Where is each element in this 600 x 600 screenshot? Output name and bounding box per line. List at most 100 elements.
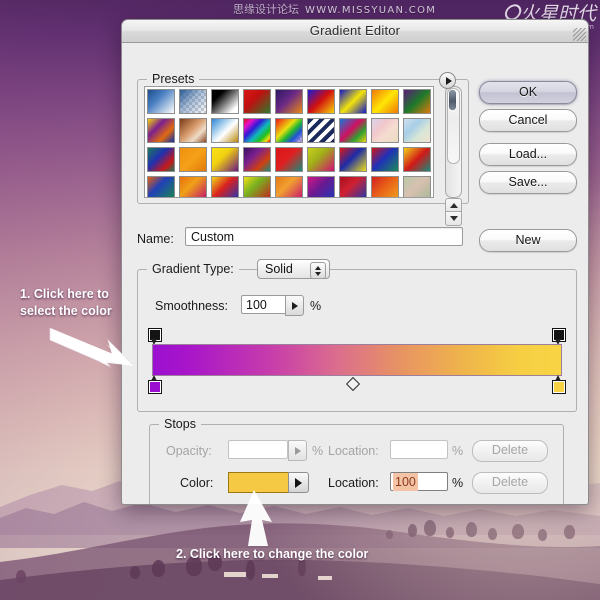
- color-stop-right[interactable]: [552, 375, 565, 393]
- preset-swatch[interactable]: [211, 89, 239, 114]
- gradient-type-label: Gradient Type:: [147, 262, 239, 276]
- preset-swatch[interactable]: [371, 147, 399, 172]
- preset-swatch[interactable]: [179, 118, 207, 143]
- save-button[interactable]: Save...: [479, 171, 577, 194]
- opacity-popup-button[interactable]: [288, 440, 307, 461]
- scrollbar-thumb-cap: [449, 90, 456, 110]
- smoothness-label: Smoothness:: [155, 299, 228, 313]
- color-stop-icon: [552, 380, 566, 394]
- preset-swatch[interactable]: [339, 147, 367, 172]
- preset-swatch[interactable]: [403, 147, 431, 172]
- preset-swatch[interactable]: [307, 118, 335, 143]
- preset-swatch[interactable]: [147, 176, 175, 198]
- preset-swatch[interactable]: [371, 118, 399, 143]
- resize-grip-icon[interactable]: [573, 28, 586, 41]
- opacity-input[interactable]: [228, 440, 288, 459]
- location1-input[interactable]: [390, 440, 448, 459]
- triangle-down-icon: [315, 272, 321, 276]
- color-dropdown-button[interactable]: [288, 472, 309, 493]
- preset-swatch[interactable]: [243, 176, 271, 198]
- color-stop-left[interactable]: [148, 375, 161, 393]
- watermark-left-url: WWW.MISSYUAN.COM: [305, 5, 436, 16]
- new-button[interactable]: New: [479, 229, 577, 252]
- location2-unit: %: [452, 476, 463, 490]
- name-input[interactable]: Custom: [185, 227, 463, 246]
- arrow-pointer-icon: [48, 326, 138, 368]
- delete-color-stop-button[interactable]: Delete: [472, 472, 548, 494]
- preset-swatch-fill: [308, 119, 334, 142]
- stops-group: Stops Opacity: % Location: % Delete Colo…: [149, 424, 564, 505]
- preset-swatch[interactable]: [403, 176, 431, 198]
- preset-swatch[interactable]: [275, 118, 303, 143]
- preset-swatch[interactable]: [371, 89, 399, 114]
- preset-swatch[interactable]: [147, 147, 175, 172]
- preset-swatch[interactable]: [339, 118, 367, 143]
- triangle-up-icon: [315, 266, 321, 270]
- presets-grid[interactable]: [144, 86, 434, 198]
- preset-swatch[interactable]: [211, 147, 239, 172]
- preset-swatch[interactable]: [339, 176, 367, 198]
- preset-swatch[interactable]: [211, 176, 239, 198]
- gradient-preview-area: [148, 328, 566, 400]
- delete-opacity-stop-button[interactable]: Delete: [472, 440, 548, 462]
- gradient-type-select[interactable]: Solid: [257, 259, 330, 279]
- triangle-right-icon: [446, 77, 452, 85]
- watermark-left: 思缘设计论坛 WWW.MISSYUAN.COM: [233, 1, 436, 17]
- preset-swatch[interactable]: [371, 176, 399, 198]
- opacity-stop-left[interactable]: [148, 328, 161, 345]
- triangle-up-icon: [450, 203, 458, 208]
- dialog-title: Gradient Editor: [310, 23, 400, 38]
- presets-scrollbar-thumb[interactable]: [447, 88, 460, 164]
- diamond-midpoint-icon[interactable]: [346, 377, 360, 391]
- gradient-editor-dialog: Gradient Editor Presets OK Cancel Load: [121, 19, 589, 505]
- preset-swatch[interactable]: [147, 89, 175, 114]
- dialog-titlebar[interactable]: Gradient Editor: [122, 20, 588, 43]
- gradient-type-group: Gradient Type: Solid Smoothness: 100 %: [137, 269, 577, 412]
- presets-legend: Presets: [147, 72, 199, 86]
- preset-swatch[interactable]: [403, 89, 431, 114]
- ok-button[interactable]: OK: [479, 81, 577, 104]
- location1-label: Location:: [328, 444, 379, 458]
- preset-swatch[interactable]: [275, 89, 303, 114]
- presets-scrollbar[interactable]: [445, 86, 462, 198]
- triangle-down-icon: [450, 216, 458, 221]
- preset-swatch[interactable]: [307, 89, 335, 114]
- preset-swatch[interactable]: [307, 176, 335, 198]
- preset-swatch[interactable]: [243, 89, 271, 114]
- preset-swatch[interactable]: [147, 118, 175, 143]
- preset-swatch[interactable]: [275, 147, 303, 172]
- preset-swatch[interactable]: [403, 118, 431, 143]
- preset-swatch[interactable]: [307, 147, 335, 172]
- presets-scroll-down-button[interactable]: [445, 211, 462, 226]
- arrow-pointer-icon: [232, 488, 278, 550]
- opacity-stop-right[interactable]: [552, 328, 565, 345]
- preset-swatch[interactable]: [275, 176, 303, 198]
- preset-swatch[interactable]: [179, 147, 207, 172]
- preset-swatch[interactable]: [243, 147, 271, 172]
- opacity-label: Opacity:: [166, 444, 212, 458]
- stops-legend: Stops: [159, 417, 201, 431]
- triangle-right-icon: [295, 447, 301, 455]
- gradient-preview-bar[interactable]: [152, 344, 562, 376]
- gradient-type-value: Solid: [265, 262, 293, 276]
- presets-menu-button[interactable]: [439, 72, 456, 89]
- preset-swatch[interactable]: [243, 118, 271, 143]
- load-button[interactable]: Load...: [479, 143, 577, 166]
- location2-input[interactable]: 100: [390, 472, 448, 491]
- cancel-button[interactable]: Cancel: [479, 109, 577, 132]
- preset-swatch[interactable]: [179, 89, 207, 114]
- color-stop-icon: [148, 380, 162, 394]
- color-label: Color:: [180, 476, 213, 490]
- watermark-left-cn: 思缘设计论坛: [233, 3, 299, 16]
- preset-swatch[interactable]: [179, 176, 207, 198]
- preset-swatch[interactable]: [339, 89, 367, 114]
- location2-label: Location:: [328, 476, 379, 490]
- smoothness-popup-button[interactable]: [285, 295, 304, 316]
- name-label: Name:: [137, 232, 174, 246]
- preset-swatch[interactable]: [211, 118, 239, 143]
- opacity-unit: %: [312, 444, 323, 458]
- preset-swatch-fill: [180, 90, 206, 113]
- updown-stepper-icon[interactable]: [310, 262, 326, 279]
- smoothness-unit: %: [310, 299, 321, 313]
- preset-swatch-fill: [276, 119, 302, 142]
